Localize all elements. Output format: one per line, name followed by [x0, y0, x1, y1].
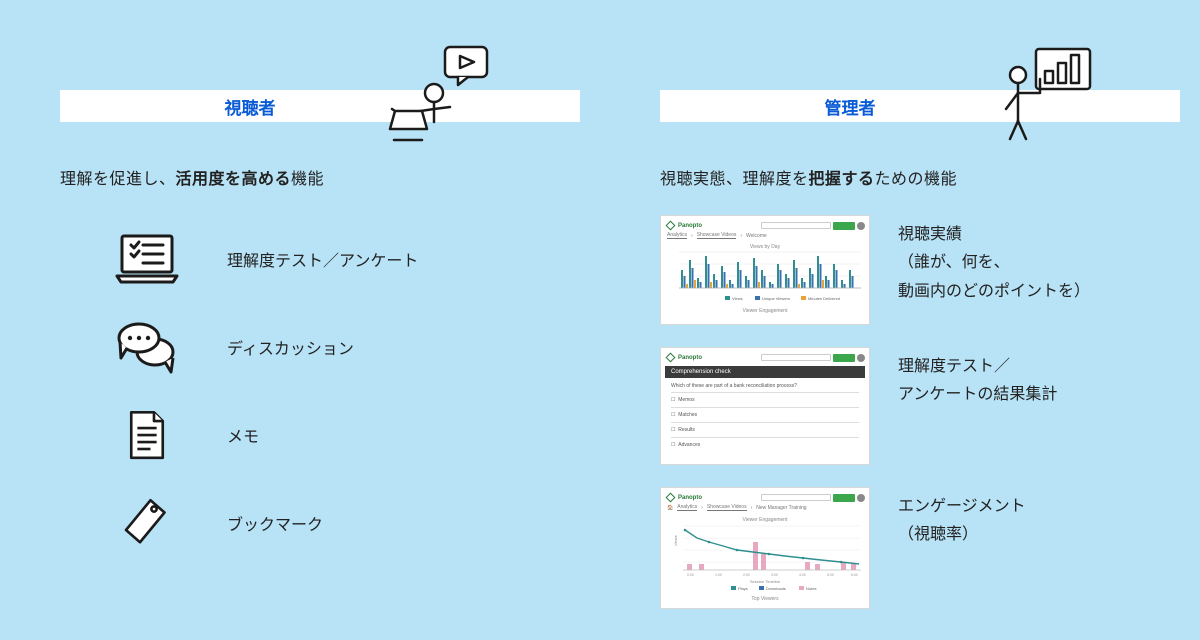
admin-column: 管理者 — [660, 0, 1180, 631]
svg-text:Viewer Engagement: Viewer Engagement — [743, 517, 789, 523]
document-icon — [115, 405, 179, 465]
svg-text:Plays: Plays — [738, 586, 748, 591]
admin-header: 管理者 — [660, 90, 1180, 122]
admin-item-engagement: Panopto 🏠Analytics›Showcase Videos›New M… — [660, 487, 1180, 609]
admin-item-viewing: Panopto Analytics›Showcase Videos›Welcom… — [660, 215, 1180, 325]
svg-text:Downloads: Downloads — [766, 586, 786, 591]
svg-text:Viewer Engagement: Viewer Engagement — [743, 308, 789, 314]
svg-text:5:00: 5:00 — [827, 573, 834, 577]
feature-label: ディスカッション — [227, 335, 354, 359]
svg-text:4:00: 4:00 — [799, 573, 806, 577]
thumbnail-quiz: Panopto Comprehension check Which of the… — [660, 347, 870, 465]
svg-text:Top Viewers: Top Viewers — [751, 596, 779, 602]
viewer-feature-list: 理解度テスト／アンケート ディスカッション — [60, 215, 580, 567]
viewer-subhead: 理解を促進し、活用度を高める機能 — [60, 167, 580, 193]
admin-subhead: 視聴実態、理解度を把握するための機能 — [660, 167, 1180, 193]
svg-text:Unique Viewers: Unique Viewers — [762, 296, 790, 301]
admin-item-quiz: Panopto Comprehension check Which of the… — [660, 347, 1180, 465]
admin-feature-list: Panopto Analytics›Showcase Videos›Welcom… — [660, 215, 1180, 609]
svg-text:Views: Views — [732, 296, 743, 301]
admin-title: 管理者 — [660, 94, 1180, 119]
admin-item-label: エンゲージメント （視聴率） — [898, 487, 1026, 551]
feature-label: 理解度テスト／アンケート — [227, 247, 418, 271]
admin-item-label: 視聴実績 （誰が、何を、 動画内のどのポイントを） — [898, 215, 1090, 307]
admin-illustration — [990, 45, 1100, 145]
viewer-header: 視聴者 — [60, 90, 580, 122]
feature-quiz: 理解度テスト／アンケート — [60, 215, 580, 303]
laptop-checklist-icon — [115, 229, 179, 289]
feature-memo: メモ — [60, 391, 580, 479]
feature-label: メモ — [227, 423, 259, 447]
feature-bookmark: ブックマーク — [60, 479, 580, 567]
svg-text:3:00: 3:00 — [771, 573, 778, 577]
thumbnail-engagement: Panopto 🏠Analytics›Showcase Videos›New M… — [660, 487, 870, 609]
svg-text:Views by Day: Views by Day — [750, 244, 781, 250]
tag-icon — [115, 493, 179, 553]
feature-discussion: ディスカッション — [60, 303, 580, 391]
svg-text:2:00: 2:00 — [743, 573, 750, 577]
svg-text:Views: Views — [673, 535, 678, 546]
svg-text:Minutes Delivered: Minutes Delivered — [808, 296, 840, 301]
svg-text:0:00: 0:00 — [687, 573, 694, 577]
svg-text:6:00: 6:00 — [851, 573, 858, 577]
viewer-title: 視聴者 — [60, 94, 580, 119]
viewer-column: 視聴者 — [60, 0, 580, 567]
svg-text:Session Timeline: Session Timeline — [750, 579, 781, 584]
feature-label: ブックマーク — [227, 511, 323, 535]
admin-item-label: 理解度テスト／ アンケートの結果集計 — [898, 347, 1057, 411]
speech-bubbles-icon — [115, 317, 179, 377]
thumbnail-dashboard: Panopto Analytics›Showcase Videos›Welcom… — [660, 215, 870, 325]
svg-text:1:00: 1:00 — [715, 573, 722, 577]
svg-text:Notes: Notes — [806, 586, 816, 591]
viewer-illustration — [390, 45, 500, 145]
